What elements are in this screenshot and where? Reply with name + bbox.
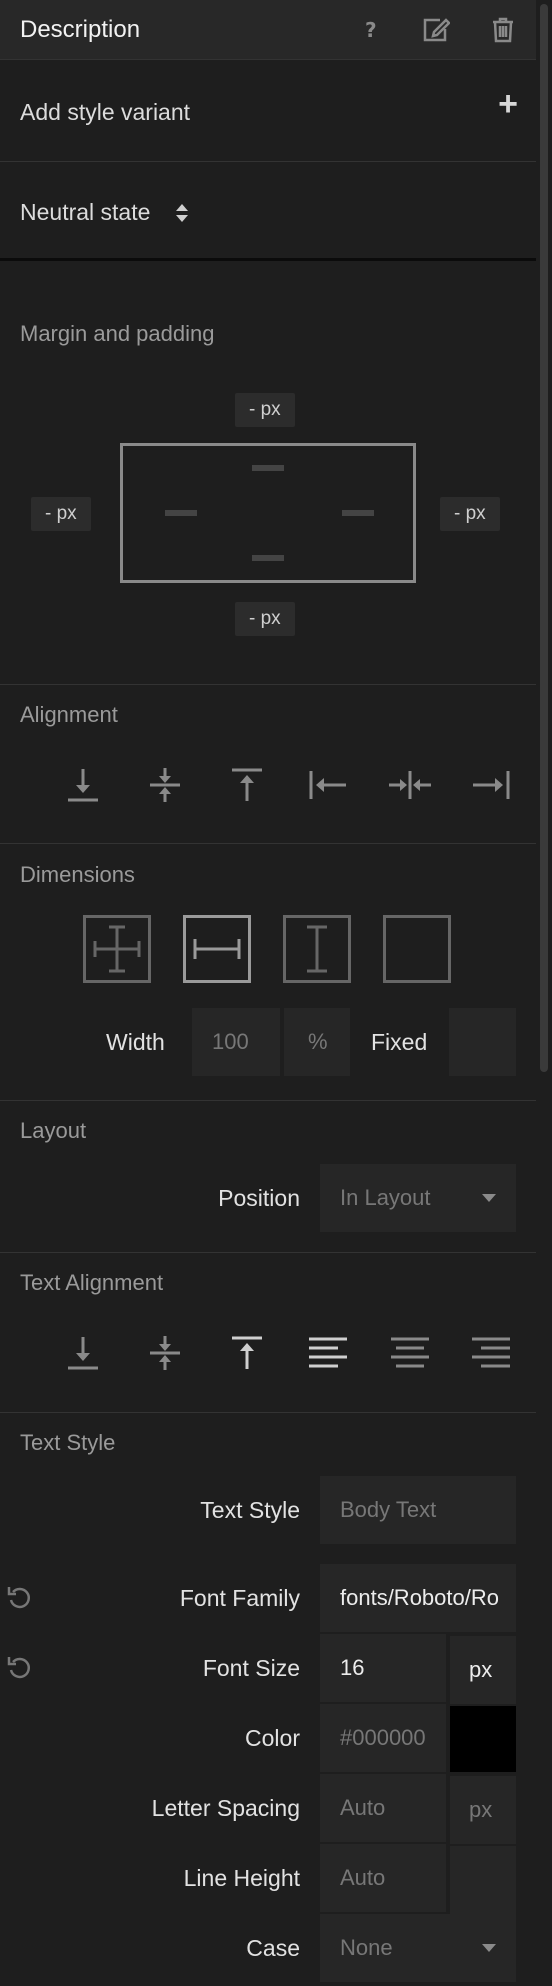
line-height-unit-select[interactable] (450, 1846, 516, 1914)
add-variant-button[interactable]: + (498, 87, 518, 121)
text-align-right-icon[interactable] (463, 1325, 519, 1381)
fill-both-button[interactable] (83, 915, 151, 983)
padding-box (120, 443, 416, 583)
align-vertical-center-icon[interactable] (137, 757, 193, 813)
properties-panel: Description ? Add style variant + Neutra… (0, 0, 536, 1986)
edit-icon[interactable] (420, 14, 452, 46)
line-height-label: Line Height (183, 1865, 300, 1891)
divider (0, 684, 536, 685)
padding-top-input[interactable] (252, 465, 284, 471)
add-style-variant-row[interactable]: Add style variant + (0, 61, 536, 162)
svg-text:?: ? (365, 19, 377, 41)
margin-left-input[interactable]: - px (31, 497, 91, 531)
width-label: Width (106, 1029, 165, 1055)
letter-spacing-label: Letter Spacing (151, 1795, 300, 1821)
margin-padding-title: Margin and padding (20, 321, 215, 346)
align-horizontal-center-icon[interactable] (382, 757, 438, 813)
align-right-icon[interactable] (463, 757, 519, 813)
position-select-value: In Layout (340, 1185, 431, 1210)
chevron-down-icon (482, 1944, 496, 1952)
help-icon[interactable]: ? (355, 14, 387, 46)
sort-arrows-icon[interactable] (175, 203, 189, 228)
divider (0, 843, 536, 844)
state-selector-label: Neutral state (20, 199, 151, 225)
layout-title: Layout (20, 1118, 87, 1143)
color-swatch[interactable] (450, 1706, 516, 1772)
line-height-input[interactable]: Auto (320, 1844, 446, 1912)
color-input[interactable]: #000000 (320, 1704, 446, 1772)
text-style-input[interactable]: Body Text (320, 1476, 516, 1544)
font-size-unit-select[interactable]: px (450, 1636, 516, 1704)
padding-left-input[interactable] (165, 510, 197, 516)
fixed-label: Fixed (371, 1029, 428, 1055)
scrollbar-thumb[interactable] (540, 4, 548, 1072)
margin-right-input[interactable]: - px (440, 497, 500, 531)
width-input[interactable]: 100 (192, 1008, 280, 1076)
divider (0, 1100, 536, 1101)
width-unit-select[interactable]: % (284, 1008, 350, 1076)
font-family-input[interactable]: fonts/Roboto/Ro (320, 1564, 516, 1632)
expand-height-icon (307, 925, 327, 973)
position-select[interactable]: In Layout (320, 1164, 516, 1232)
font-family-label: Font Family (179, 1585, 300, 1611)
scrollbar-track[interactable] (536, 0, 552, 1986)
text-style-title: Text Style (20, 1430, 116, 1455)
dimensions-title: Dimensions (20, 862, 135, 887)
divider (0, 1412, 536, 1413)
padding-right-input[interactable] (342, 510, 374, 516)
fill-height-button[interactable] (283, 915, 351, 983)
text-align-center-icon[interactable] (382, 1325, 438, 1381)
font-size-input[interactable]: 16 (320, 1634, 446, 1702)
align-left-icon[interactable] (300, 757, 356, 813)
expand-both-icon (93, 925, 141, 973)
align-top-icon[interactable] (219, 757, 275, 813)
position-label: Position (218, 1185, 300, 1211)
text-alignment-title: Text Alignment (20, 1270, 164, 1295)
state-selector-row[interactable]: Neutral state (0, 163, 536, 261)
panel-header: Description ? (0, 0, 536, 60)
add-style-variant-label: Add style variant (20, 99, 191, 125)
divider (0, 1252, 536, 1253)
margin-bottom-input[interactable]: - px (235, 602, 295, 636)
text-align-top-icon[interactable] (219, 1325, 275, 1381)
panel-title: Description (20, 16, 141, 43)
fixed-size-button[interactable] (383, 915, 451, 983)
trash-icon[interactable] (487, 14, 519, 46)
color-label: Color (245, 1725, 300, 1751)
fill-width-button[interactable] (183, 915, 251, 983)
text-style-label: Text Style (200, 1497, 300, 1523)
fixed-input[interactable] (449, 1008, 516, 1076)
expand-width-icon (193, 939, 241, 959)
case-label: Case (246, 1935, 300, 1961)
text-align-bottom-icon[interactable] (55, 1325, 111, 1381)
letter-spacing-input[interactable]: Auto (320, 1774, 446, 1842)
reset-font-family-icon[interactable] (6, 1584, 34, 1612)
padding-bottom-input[interactable] (252, 555, 284, 561)
case-select-value: None (340, 1935, 393, 1960)
text-align-left-icon[interactable] (300, 1325, 356, 1381)
font-size-label: Font Size (202, 1655, 300, 1681)
reset-font-size-icon[interactable] (6, 1654, 34, 1682)
chevron-down-icon (482, 1194, 496, 1202)
letter-spacing-unit-select[interactable]: px (450, 1776, 516, 1844)
alignment-title: Alignment (20, 702, 118, 727)
text-align-middle-icon[interactable] (137, 1325, 193, 1381)
align-bottom-icon[interactable] (55, 757, 111, 813)
margin-top-input[interactable]: - px (235, 393, 295, 427)
case-select[interactable]: None (320, 1914, 516, 1982)
